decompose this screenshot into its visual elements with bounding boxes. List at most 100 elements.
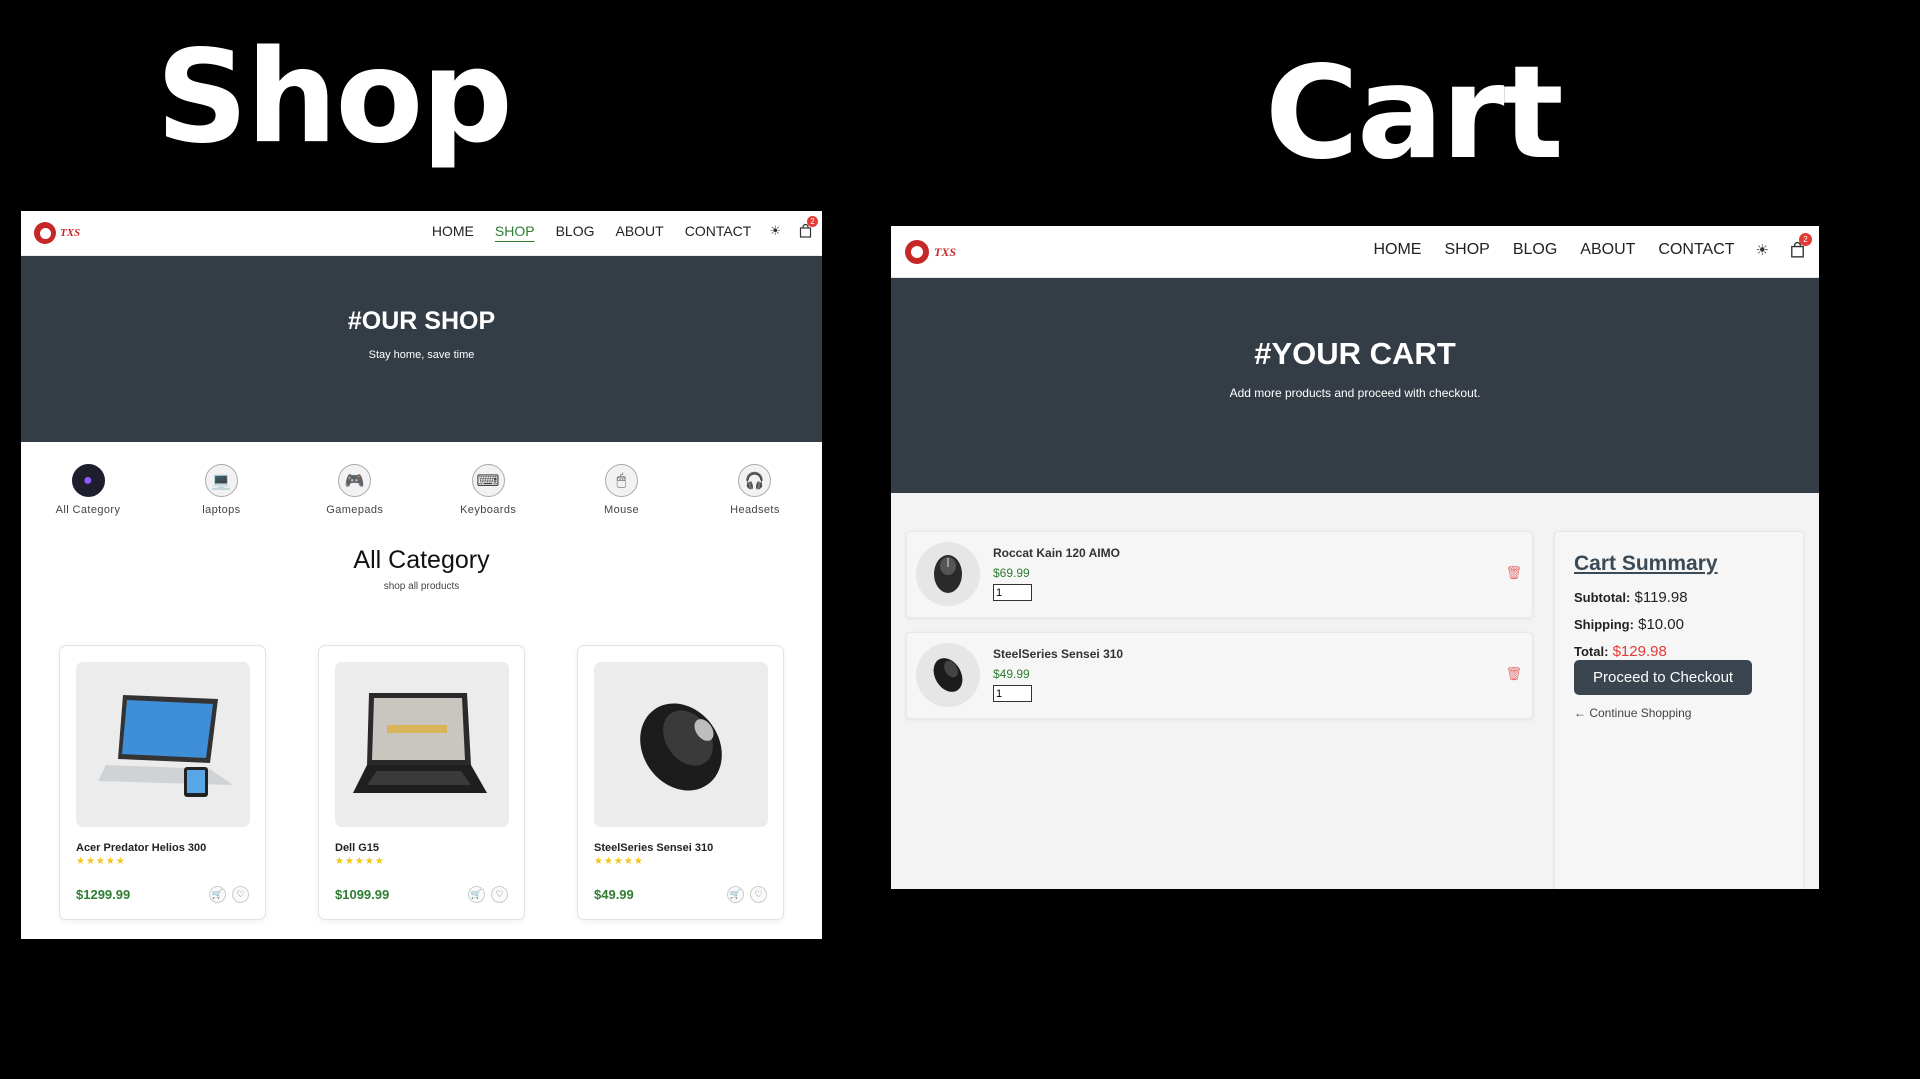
shipping-label: Shipping: [1574,617,1634,632]
trash-icon[interactable]: 🗑 [1505,666,1522,682]
product-image-laptop[interactable] [76,662,250,827]
logo-text: TXS [60,227,81,239]
product-price: $1099.99 [335,887,390,902]
wishlist-heart-icon[interactable]: ♡ [491,886,508,903]
trash-icon[interactable]: 🗑 [1505,565,1522,581]
product-name: Acer Predator Helios 300 [76,842,207,854]
product-name: SteelSeries Sensei 310 [594,842,714,854]
keyboard-icon: ⌨ [471,464,505,497]
category-keyboards[interactable]: ⌨ Keyboards [443,464,533,516]
all-category-icon: ● [71,464,105,497]
product-image-mouse[interactable] [594,662,768,827]
product-image-laptop[interactable] [335,662,509,827]
card-actions: 🛒 ♡ [209,886,249,903]
nav-menu: HOME SHOP BLOG ABOUT CONTACT ☀ 2 [1350,233,1812,259]
product-card[interactable]: Dell G15 ★★★★★ $1099.99 🛒 ♡ [318,645,525,920]
rating-stars: ★★★★★ [76,856,126,867]
total-row: Total: $129.98 [1574,643,1784,660]
nav-about[interactable]: ABOUT [1580,241,1635,259]
logo[interactable]: TXS [905,240,956,264]
cart-count-badge: 2 [1799,233,1812,246]
category-gamepads[interactable]: 🎮 Gamepads [310,464,400,516]
cart-bag-icon[interactable]: 2 [799,216,818,238]
cart-item: Roccat Kain 120 AIMO $69.99 🗑 [906,531,1533,618]
logo[interactable]: TXS [34,222,80,244]
product-price: $49.99 [594,887,634,902]
logo-icon [34,222,56,244]
cart-page-screenshot: TXS HOME SHOP BLOG ABOUT CONTACT ☀ 2 #YO… [891,226,1819,889]
nav-blog[interactable]: BLOG [1513,241,1557,259]
category-headsets[interactable]: 🎧 Headsets [710,464,800,516]
laptop-icon: 💻 [204,464,238,497]
proceed-to-checkout-button[interactable]: Proceed to Checkout [1574,660,1753,695]
quantity-input[interactable] [993,685,1032,702]
nav-contact[interactable]: CONTACT [685,223,752,239]
wishlist-heart-icon[interactable]: ♡ [750,886,767,903]
category-bar: ● All Category 💻 laptops 🎮 Gamepads ⌨ Ke… [21,464,822,516]
add-to-cart-icon[interactable]: 🛒 [468,886,485,903]
add-to-cart-icon[interactable]: 🛒 [727,886,744,903]
nav-menu: HOME SHOP BLOG ABOUT CONTACT ☀ 2 [411,216,818,239]
hero-title: #OUR SHOP [347,307,496,335]
cart-bag-icon[interactable]: 2 [1790,233,1812,258]
category-mouse[interactable]: 🖱 Mouse [577,464,667,516]
subtotal-value: $119.98 [1634,589,1688,606]
cart-count-badge: 2 [807,216,818,227]
shop-heading: Shop [156,23,513,172]
section-header: All Category shop all products [21,546,822,592]
category-label: Headsets [730,504,780,516]
nav-home[interactable]: HOME [432,223,474,239]
card-actions: 🛒 ♡ [468,886,508,903]
hero-subtitle: Add more products and proceed with check… [1229,386,1481,400]
cart-items-list: Roccat Kain 120 AIMO $69.99 🗑 SteelSerie… [906,531,1533,733]
cart-item-price: $49.99 [993,667,1030,681]
hero-title: #YOUR CART [1254,336,1456,371]
summary-title: Cart Summary [1574,552,1718,575]
total-label: Total: [1574,644,1609,659]
cart-item-name: Roccat Kain 120 AIMO [993,546,1120,560]
continue-shopping-link[interactable]: ← Continue Shopping [1574,706,1784,720]
rating-stars: ★★★★★ [335,856,385,867]
product-name: Dell G15 [335,842,380,854]
shop-hero: #OUR SHOP Stay home, save time [21,256,822,442]
navbar: TXS HOME SHOP BLOG ABOUT CONTACT ☀ 2 [21,211,822,256]
cart-item-image-mouse [916,643,980,707]
theme-toggle-sun-icon[interactable]: ☀ [1756,241,1769,259]
theme-toggle-sun-icon[interactable]: ☀ [769,223,781,239]
nav-home[interactable]: HOME [1373,241,1421,259]
shipping-row: Shipping: $10.00 [1574,616,1784,633]
cart-item-price: $69.99 [993,566,1030,580]
nav-contact[interactable]: CONTACT [1658,241,1734,259]
navbar: TXS HOME SHOP BLOG ABOUT CONTACT ☀ 2 [891,226,1819,278]
category-label: Gamepads [326,504,384,516]
category-label: Keyboards [460,504,517,516]
cart-summary: Cart Summary Subtotal: $119.98 Shipping:… [1554,531,1804,889]
add-to-cart-icon[interactable]: 🛒 [209,886,226,903]
category-all[interactable]: ● All Category [43,464,133,516]
nav-shop[interactable]: SHOP [495,223,535,239]
quantity-input[interactable] [993,584,1032,601]
category-laptops[interactable]: 💻 laptops [176,464,266,516]
card-actions: 🛒 ♡ [727,886,767,903]
cart-heading: Cart [1265,39,1564,188]
nav-about[interactable]: ABOUT [615,223,663,239]
product-card[interactable]: SteelSeries Sensei 310 ★★★★★ $49.99 🛒 ♡ [577,645,784,920]
product-price: $1299.99 [76,887,131,902]
section-title: All Category [353,546,490,574]
shipping-value: $10.00 [1638,616,1684,633]
category-label: laptops [202,504,241,516]
shop-page-screenshot: TXS HOME SHOP BLOG ABOUT CONTACT ☀ 2 #OU… [21,211,822,939]
headset-icon: 🎧 [738,464,772,497]
wishlist-heart-icon[interactable]: ♡ [232,886,249,903]
nav-shop[interactable]: SHOP [1444,241,1489,259]
logo-icon [905,240,929,264]
product-card[interactable]: Acer Predator Helios 300 ★★★★★ $1299.99 … [59,645,266,920]
nav-blog[interactable]: BLOG [556,223,595,239]
rating-stars: ★★★★★ [594,856,644,867]
logo-text: TXS [934,244,957,259]
section-subtitle: shop all products [383,581,460,592]
product-grid: Acer Predator Helios 300 ★★★★★ $1299.99 … [59,645,784,920]
total-value: $129.98 [1612,643,1667,660]
category-label: Mouse [604,504,640,516]
category-label: All Category [55,504,121,516]
